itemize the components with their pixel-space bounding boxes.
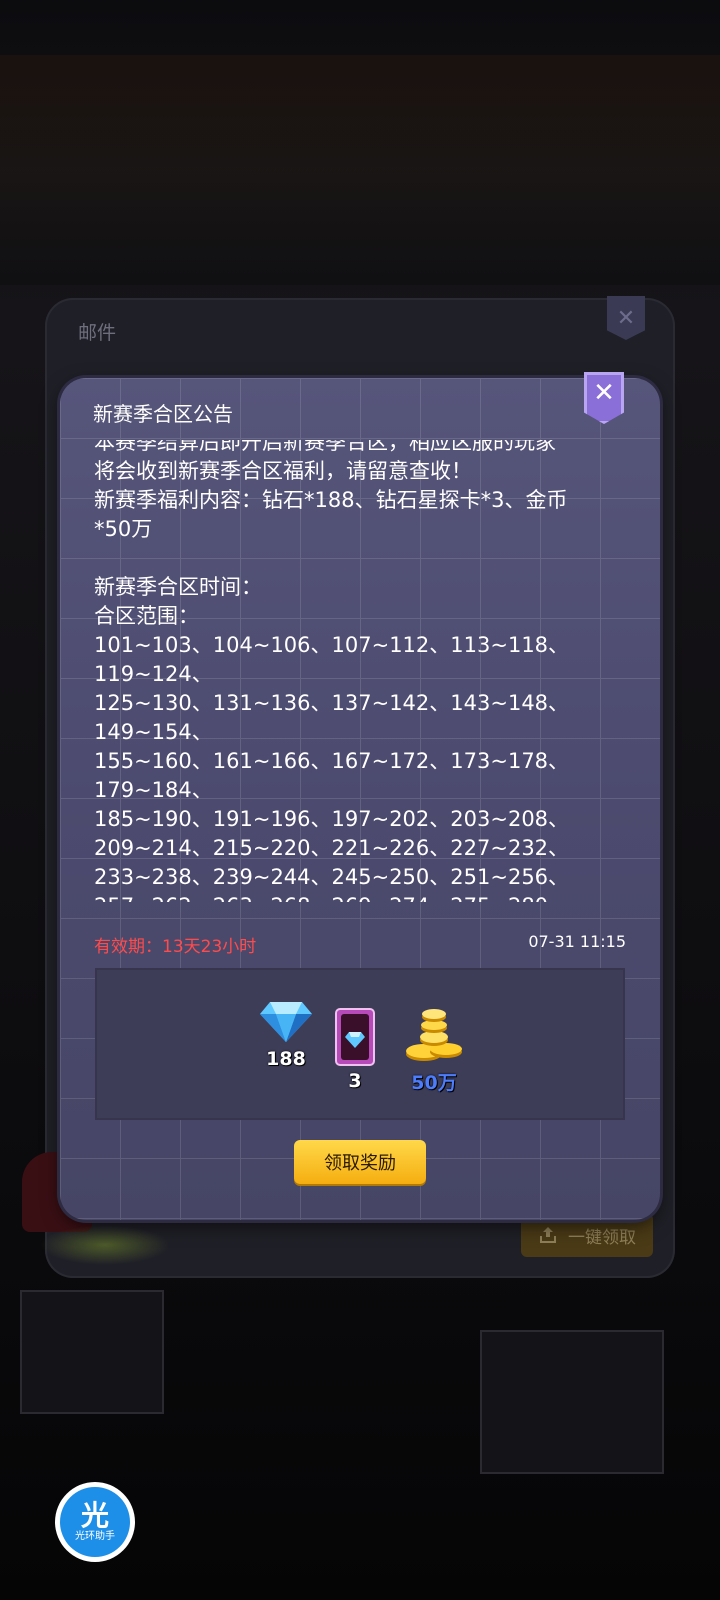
close-icon: ✕ [593, 378, 615, 408]
announcement-content-scroll[interactable]: 本赛季结算后即开启新赛季合区，相应区服的玩家 将会收到新赛季合区福利，请留意查收… [94, 440, 634, 902]
scout-card-icon [335, 1008, 375, 1066]
reward-item-gold-coins: 50万 [402, 1008, 466, 1095]
background-building [480, 1330, 664, 1474]
assistant-logo-char: 光 [80, 1499, 109, 1532]
assistant-logo-icon: 光 光环助手 [60, 1487, 130, 1557]
claim-all-label: 一键领取 [568, 1227, 636, 1248]
gold-coins-icon [406, 1009, 462, 1061]
reward-qty: 50万 [411, 1072, 457, 1094]
mail-date: 07-31 11:15 [528, 932, 626, 951]
grass-glow [40, 1225, 170, 1265]
reward-item-diamond: 188 [258, 1000, 314, 1070]
close-icon: ✕ [616, 305, 636, 331]
assistant-float-button[interactable]: 光 光环助手 [55, 1482, 135, 1562]
background-building [20, 1290, 164, 1414]
reward-qty: 3 [348, 1070, 362, 1092]
claim-reward-button[interactable]: 领取奖励 [294, 1140, 426, 1184]
dialog-title: 新赛季合区公告 [93, 402, 233, 426]
diamond-icon [260, 1002, 312, 1042]
upload-tray-icon [540, 1227, 556, 1243]
validity-text: 有效期：13天23小时 [94, 937, 257, 957]
reward-qty: 188 [266, 1048, 306, 1070]
reward-item-scout-card: 3 [335, 1008, 375, 1092]
mail-panel-title: 邮件 [78, 322, 117, 344]
background-scene [0, 55, 720, 285]
announcement-text: 本赛季结算后即开启新赛季合区，相应区服的玩家 将会收到新赛季合区福利，请留意查收… [94, 440, 570, 902]
assistant-label: 光环助手 [75, 1531, 115, 1542]
